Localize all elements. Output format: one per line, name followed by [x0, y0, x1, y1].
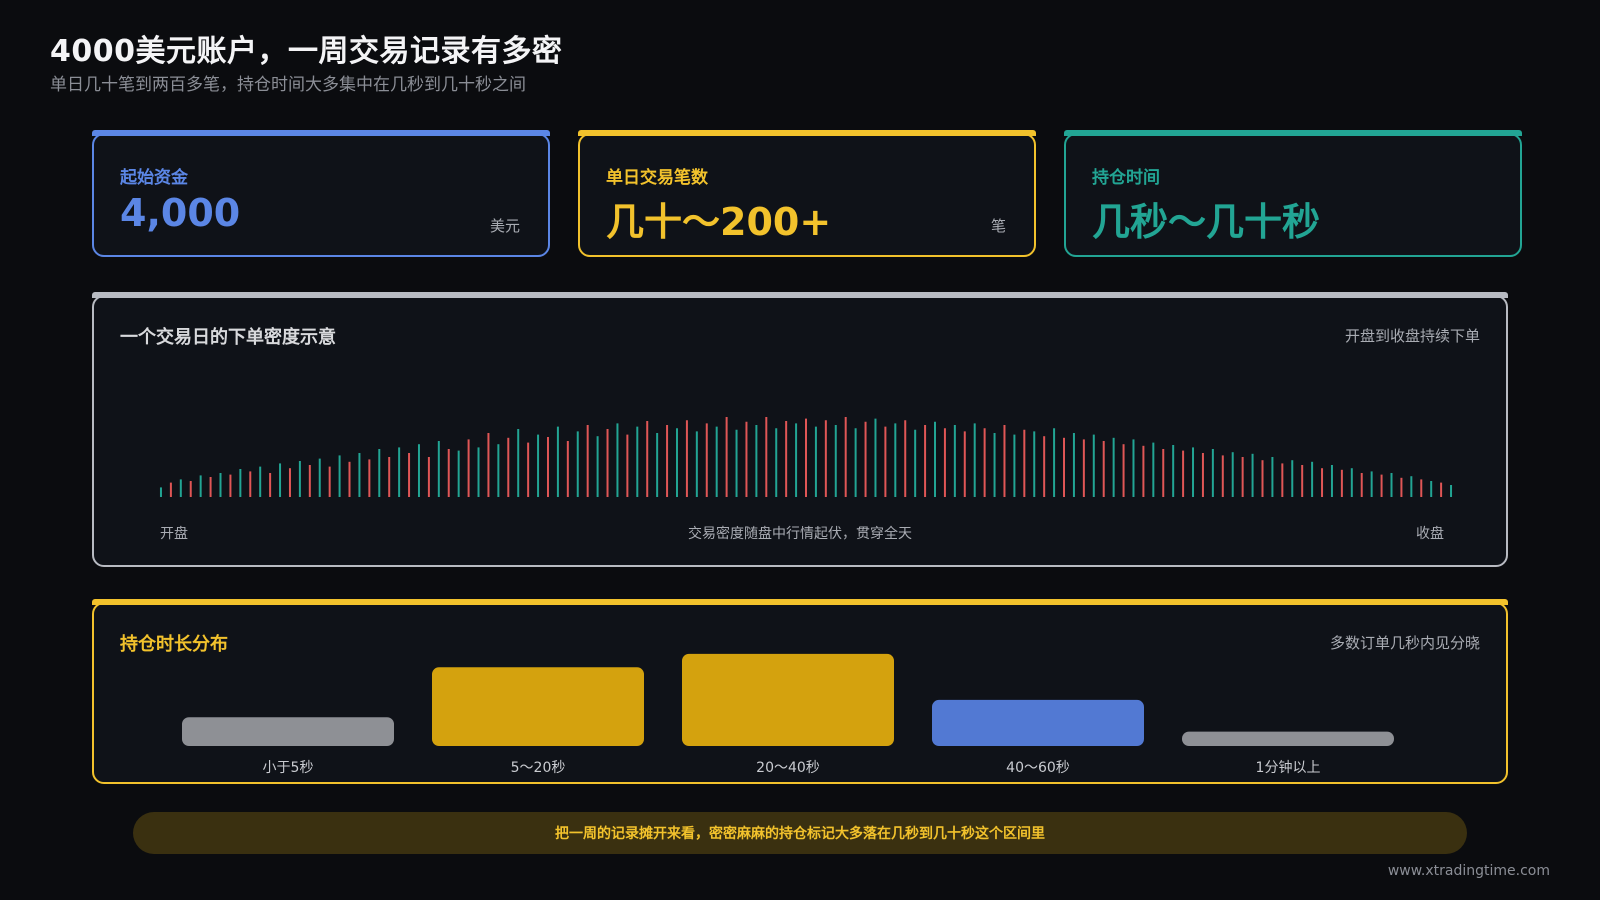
density-note: 开盘到收盘持续下单 — [1344, 327, 1480, 345]
density-title: 一个交易日的下单密度示意 — [120, 327, 336, 348]
distribution-panel: 持仓时长分布 多数订单几秒内见分晓 小于5秒 5～20秒 20～40秒 40～60秒 1… — [92, 599, 1508, 784]
distribution-bar — [1182, 731, 1394, 746]
card-accent-bar — [578, 130, 1036, 136]
card-unit: 美元 — [489, 217, 520, 235]
density-panel: 一个交易日的下单密度示意 开盘到收盘持续下单 开盘 交易密度随盘中行情起伏，贯穿… — [92, 292, 1508, 567]
panel-accent-bar — [92, 599, 1508, 605]
density-chart — [159, 417, 1453, 497]
card-accent-bar — [1064, 130, 1522, 136]
card-label: 单日交易笔数 — [606, 168, 708, 188]
distribution-bar — [932, 699, 1144, 746]
axis-label-center: 交易密度随盘中行情起伏，贯穿全天 — [688, 526, 912, 542]
distribution-category-label: 5～20秒 — [511, 760, 566, 776]
panel-accent-bar — [92, 292, 1508, 298]
distribution-chart: 小于5秒 5～20秒 20～40秒 40～60秒 1分钟以上 — [182, 653, 1394, 776]
page-title: 4000美元账户，一周交易记录有多密 — [50, 34, 563, 69]
card-label: 持仓时间 — [1092, 168, 1160, 188]
summary-banner: 把一周的记录摊开来看，密密麻麻的持仓标记大多落在几秒到几十秒这个区间里 — [133, 812, 1467, 854]
card-starting-capital: 起始资金 4,000 美元 — [92, 130, 550, 257]
card-holding-time: 持仓时间 几秒～几十秒 — [1064, 130, 1522, 257]
distribution-category-label: 小于5秒 — [263, 760, 314, 776]
card-label: 起始资金 — [120, 168, 188, 188]
distribution-bar — [432, 667, 644, 746]
distribution-category-label: 20～40秒 — [756, 760, 820, 776]
page-subtitle: 单日几十笔到两百多笔，持仓时间大多集中在几秒到几十秒之间 — [50, 75, 526, 95]
banner-text: 把一周的记录摊开来看，密密麻麻的持仓标记大多落在几秒到几十秒这个区间里 — [555, 826, 1045, 842]
card-daily-trades: 单日交易笔数 几十～200+ 笔 — [578, 130, 1036, 257]
distribution-category-label: 1分钟以上 — [1256, 759, 1321, 776]
axis-label-close: 收盘 — [1416, 526, 1444, 542]
card-value: 几十～200+ — [606, 200, 832, 244]
card-value: 几秒～几十秒 — [1092, 200, 1321, 244]
distribution-bar — [182, 717, 394, 746]
distribution-bar — [682, 653, 894, 746]
card-unit: 笔 — [990, 217, 1006, 235]
footer-url: www.xtradingtime.com — [1387, 863, 1550, 879]
card-value: 4,000 — [120, 191, 241, 235]
distribution-category-label: 40～60秒 — [1006, 760, 1070, 776]
card-accent-bar — [92, 130, 550, 136]
